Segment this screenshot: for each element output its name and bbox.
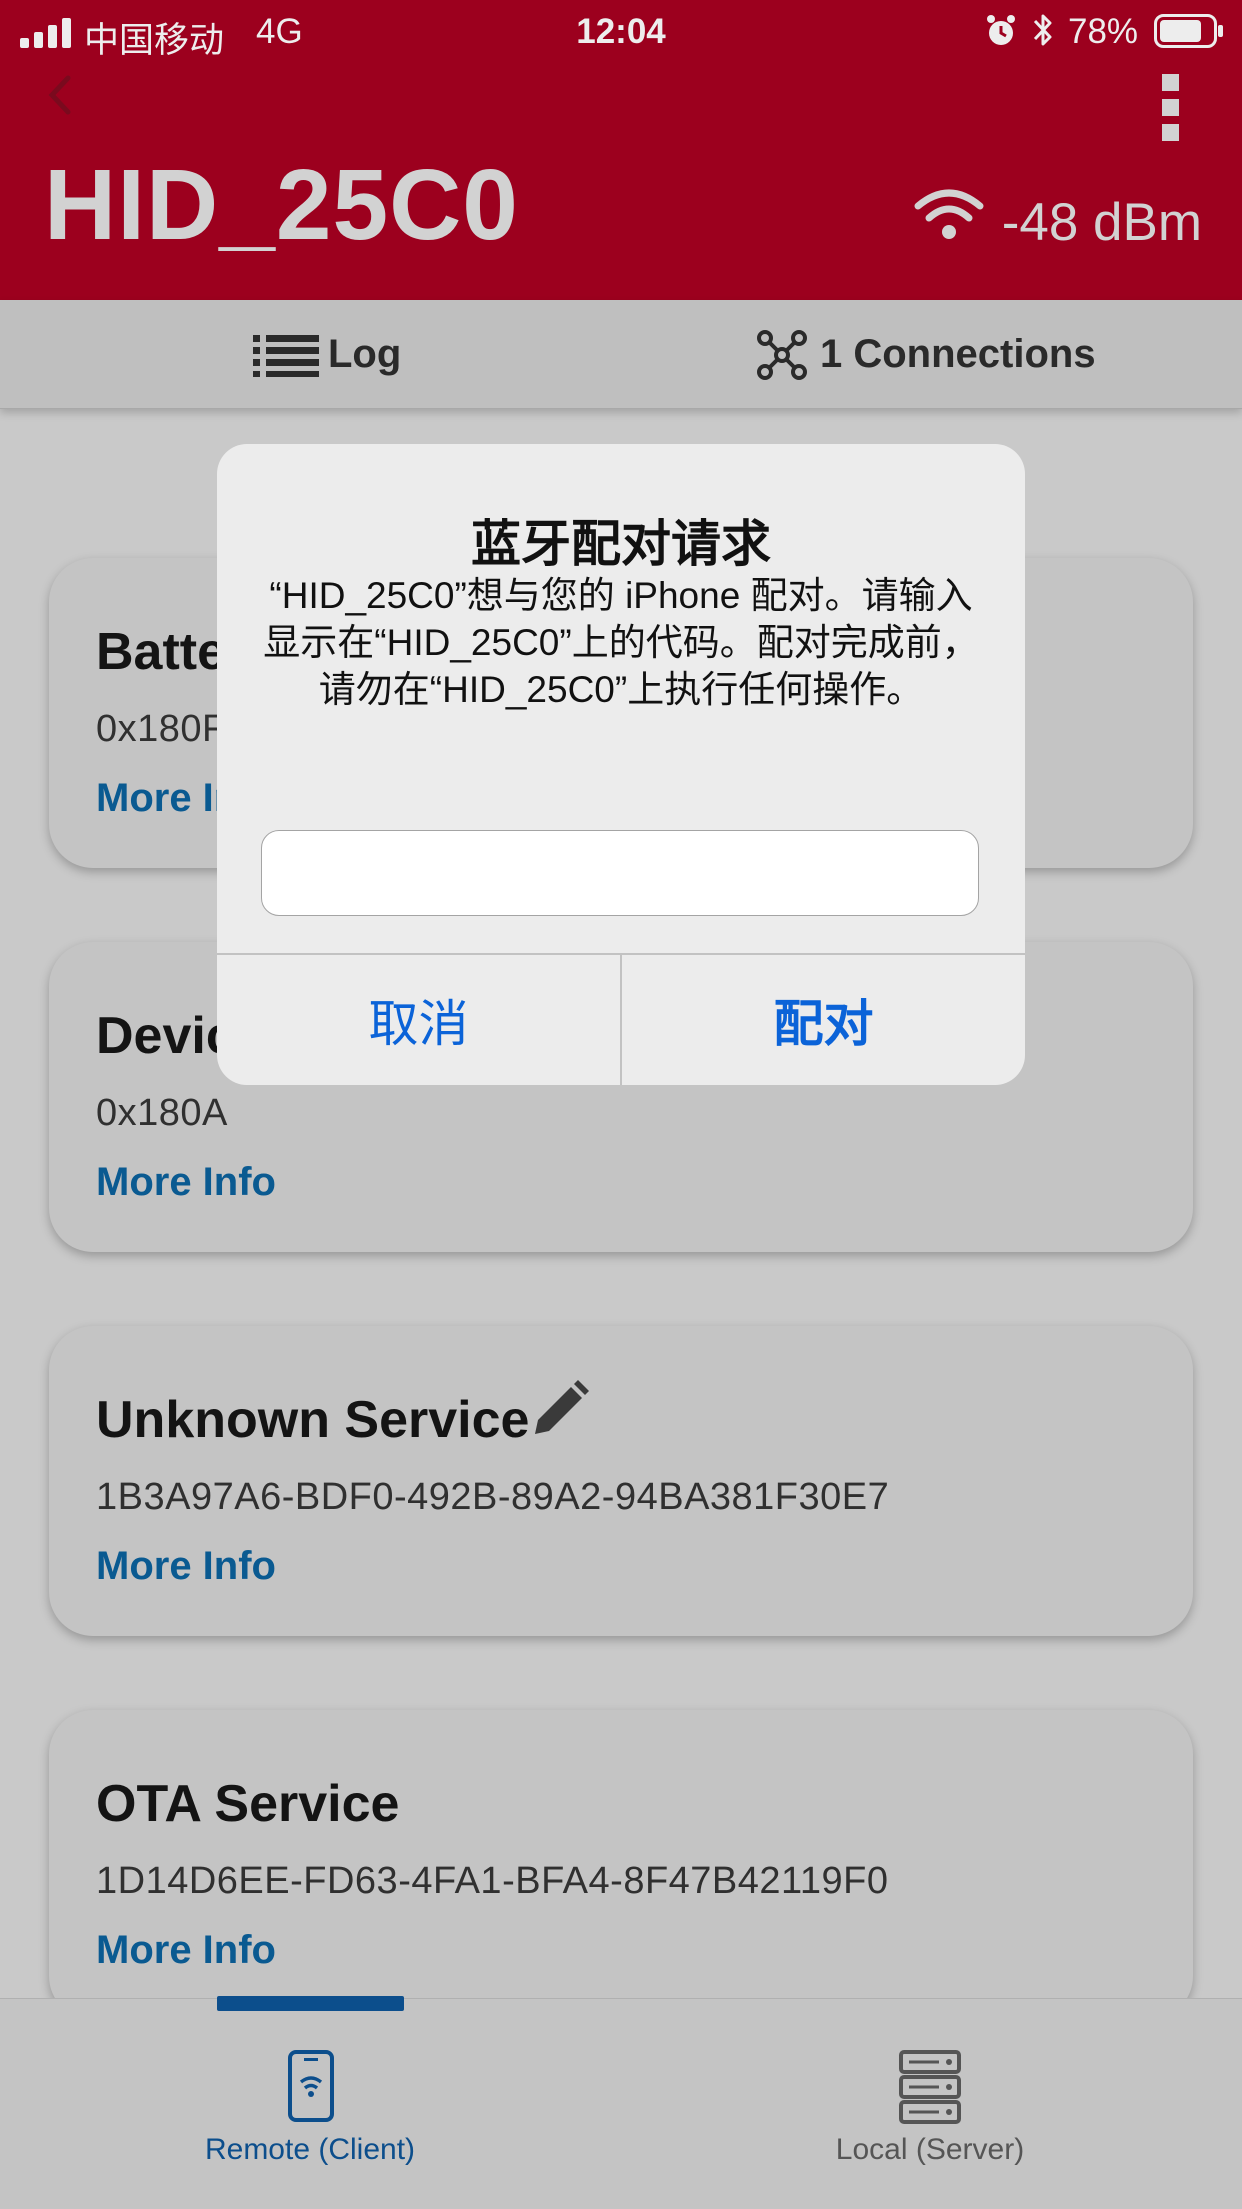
nav-local-server[interactable]: Local (Server)	[780, 2040, 1080, 2190]
pairing-code-input[interactable]	[261, 830, 979, 916]
alarm-icon	[986, 14, 1016, 48]
tab-connections-label: 1 Connections	[820, 332, 1096, 376]
cancel-button[interactable]: 取消	[217, 954, 620, 1085]
bluetooth-pairing-dialog: 蓝牙配对请求 “HID_25C0”想与您的 iPhone 配对。请输入显示在“H…	[217, 444, 1025, 1085]
service-name: Unknown Service	[96, 1391, 530, 1449]
nav-remote-client[interactable]: Remote (Client)	[160, 2040, 460, 2190]
phone-wifi-icon	[288, 2050, 334, 2122]
dialog-message: “HID_25C0”想与您的 iPhone 配对。请输入显示在“HID_25C0…	[263, 575, 979, 710]
service-card-unknown[interactable]: Unknown Service 1B3A97A6-BDF0-492B-89A2-…	[49, 1326, 1193, 1636]
nav-local-label: Local (Server)	[835, 2133, 1025, 2166]
connections-icon	[757, 330, 807, 380]
more-info-link[interactable]: More Info	[96, 1160, 276, 1205]
more-vertical-icon	[1162, 74, 1179, 141]
server-icon	[899, 2050, 961, 2124]
service-uuid: 1B3A97A6-BDF0-492B-89A2-94BA381F30E7	[96, 1476, 890, 1518]
back-button[interactable]	[40, 70, 80, 120]
battery-icon	[1154, 14, 1224, 48]
bluetooth-icon	[1032, 12, 1054, 48]
status-time: 12:04	[576, 12, 666, 51]
nav-remote-label: Remote (Client)	[204, 2133, 416, 2166]
tab-connections[interactable]: 1 Connections	[756, 320, 1136, 390]
chevron-left-icon	[48, 75, 71, 115]
tab-log-label: Log	[328, 332, 402, 376]
pair-button[interactable]: 配对	[622, 954, 1025, 1085]
list-icon	[253, 335, 319, 377]
service-uuid: 0x180F	[96, 708, 226, 750]
battery-percent: 78%	[1068, 12, 1139, 51]
service-uuid: 1D14D6EE-FD63-4FA1-BFA4-8F47B42119F0	[96, 1860, 889, 1902]
more-info-link[interactable]: More Info	[96, 1928, 276, 1973]
device-title: HID_25C0	[44, 149, 519, 261]
rssi-value: -48 dBm	[1001, 193, 1202, 252]
wifi-signal-icon	[914, 186, 984, 242]
tab-log[interactable]: Log	[250, 320, 430, 390]
more-menu-button[interactable]	[1160, 72, 1182, 142]
service-name: OTA Service	[96, 1775, 400, 1833]
service-name: Devic	[96, 1007, 235, 1065]
service-uuid: 0x180A	[96, 1092, 228, 1134]
service-card-ota[interactable]: OTA Service 1D14D6EE-FD63-4FA1-BFA4-8F47…	[49, 1710, 1193, 2020]
active-tab-indicator	[217, 1996, 404, 2011]
dialog-title: 蓝牙配对请求	[471, 516, 771, 572]
service-name: Batte	[96, 623, 227, 681]
more-info-link[interactable]: More Info	[96, 1544, 276, 1589]
edit-pencil-icon[interactable]	[531, 1380, 589, 1438]
